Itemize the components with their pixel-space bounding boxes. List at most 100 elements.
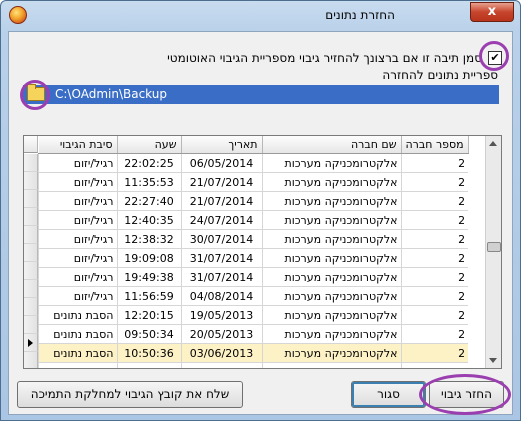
cell-date: 24/07/2014 xyxy=(180,210,262,230)
cell-company-number: 2 xyxy=(400,191,469,211)
folder-path-field[interactable]: C:\OAdmin\Backup xyxy=(23,85,499,104)
cell-company-name: אלקטרומכניקה מערכות xyxy=(261,191,401,211)
table-row[interactable]: 2 אלקטרומכניקה מערכות 24/07/2014 12:40:35 רג… xyxy=(38,210,469,230)
cell-company-name: אלקטרומכניקה מערכות xyxy=(261,362,401,368)
row-selector[interactable] xyxy=(24,190,38,208)
table-row[interactable]: 2 אלקטרומכניקה מערכות 21/07/2014 11:35:53 רג… xyxy=(38,172,469,192)
cell-backup-reason: הסבת נתונים xyxy=(38,343,117,363)
restore-data-window: החזרת נתונים x סמן תיבה זו אם ברצונך להח… xyxy=(0,0,521,421)
folder-label: ספריית נתונים להחזרה xyxy=(382,68,498,82)
table-row[interactable]: 2אלקטרומכניקה מערכות01/05/201411:29:53הס… xyxy=(38,362,469,368)
cell-time: 22:02:25 xyxy=(116,153,181,173)
cell-time: 09:50:34 xyxy=(116,324,181,344)
cell-company-name: אלקטרומכניקה מערכות xyxy=(261,172,401,192)
cell-company-name: אלקטרומכניקה מערכות xyxy=(261,248,401,268)
table-row[interactable]: 2 אלקטרומכניקה מערכות 19/05/2013 12:20:15 הס… xyxy=(38,305,469,325)
close-window-button[interactable]: x xyxy=(470,2,514,22)
cell-company-name: אלקטרומכניקה מערכות xyxy=(261,343,401,363)
cell-time: 12:40:35 xyxy=(116,210,181,230)
cell-date: 30/07/2014 xyxy=(180,229,262,249)
table-row[interactable]: 2 אלקטרומכניקה מערכות 03/06/2013 10:50:36 הס… xyxy=(38,343,469,363)
table-row[interactable]: 2 אלקטרומכניקה מערכות 04/08/2014 11:56:59 רג… xyxy=(38,286,469,306)
table-row[interactable]: 2 אלקטרומכניקה מערכות 20/05/2013 09:50:34 הס… xyxy=(38,324,469,344)
cell-company-number: 2 xyxy=(400,172,469,192)
col-company-name[interactable]: שם חברה xyxy=(262,136,402,154)
col-date[interactable]: תאריך xyxy=(181,136,263,154)
cell-date: 21/07/2014 xyxy=(180,172,262,192)
cell-date: 04/08/2014 xyxy=(180,286,262,306)
scroll-up-arrow-icon[interactable] xyxy=(489,141,497,146)
cell-company-number: 2 xyxy=(400,362,469,368)
cell-backup-reason: רגיל/יזום xyxy=(38,191,117,211)
auto-backup-label: סמן תיבה זו אם ברצונך להחזיר גיבוי מספרי… xyxy=(167,51,482,65)
cell-date: 06/05/2014 xyxy=(180,153,262,173)
cell-company-number: 2 xyxy=(400,229,469,249)
row-selector[interactable] xyxy=(24,334,38,352)
cell-company-number: 2 xyxy=(400,343,469,363)
cell-date: 21/07/2014 xyxy=(180,191,262,211)
cell-backup-reason: הסבת נתונים xyxy=(38,362,117,368)
row-selector[interactable] xyxy=(24,154,38,172)
col-time[interactable]: שעה xyxy=(117,136,182,154)
col-company-number[interactable]: מספר חברה xyxy=(401,136,469,154)
grid-corner xyxy=(24,136,38,153)
cell-date: 19/05/2013 xyxy=(180,305,262,325)
col-backup-reason[interactable]: סיבת הגיבוי xyxy=(38,136,118,154)
cell-backup-reason: רגיל/יזום xyxy=(38,248,117,268)
table-row[interactable]: 2 אלקטרומכניקה מערכות 30/07/2014 12:38:32 רג… xyxy=(38,229,469,249)
table-row[interactable]: 2 אלקטרומכניקה מערכות 31/07/2014 19:09:08 רג… xyxy=(38,248,469,268)
backups-grid[interactable]: מספר חברה שם חברה תאריך שעה סיבת הגיבוי … xyxy=(23,135,502,369)
cell-date: 20/05/2013 xyxy=(180,324,262,344)
cell-date: 31/07/2014 xyxy=(180,248,262,268)
row-selector[interactable] xyxy=(24,280,38,298)
table-row[interactable]: 2 אלקטרומכניקה מערכות 21/07/2014 22:27:40 רג… xyxy=(38,191,469,211)
close-button[interactable]: סגור xyxy=(351,381,426,408)
row-selector[interactable] xyxy=(24,244,38,262)
row-selector[interactable] xyxy=(24,172,38,190)
row-selector[interactable] xyxy=(24,262,38,280)
cell-backup-reason: הסבת נתונים xyxy=(38,324,117,344)
title-bar: החזרת נתונים x xyxy=(1,1,520,31)
cell-company-name: אלקטרומכניקה מערכות xyxy=(261,305,401,325)
cell-backup-reason: רגיל/יזום xyxy=(38,172,117,192)
dialog-body: סמן תיבה זו אם ברצונך להחזיר גיבוי מספרי… xyxy=(8,31,513,415)
cell-backup-reason: רגיל/יזום xyxy=(38,267,117,287)
cell-company-number: 2 xyxy=(400,153,469,173)
cell-company-number: 2 xyxy=(400,248,469,268)
cell-backup-reason: הסבת נתונים xyxy=(38,305,117,325)
cell-company-number: 2 xyxy=(400,305,469,325)
cell-time: 12:20:15 xyxy=(116,305,181,325)
scroll-thumb[interactable] xyxy=(487,242,501,252)
row-selector[interactable] xyxy=(24,316,38,334)
window-title: החזרת נתונים xyxy=(325,8,395,22)
cell-time: 11:29:53 xyxy=(116,362,181,368)
cell-backup-reason: רגיל/יזום xyxy=(38,229,117,249)
row-selector[interactable] xyxy=(24,298,38,316)
cell-date: 31/07/2014 xyxy=(180,267,262,287)
cell-company-name: אלקטרומכניקה מערכות xyxy=(261,153,401,173)
cell-company-number: 2 xyxy=(400,210,469,230)
grid-scrollbar[interactable] xyxy=(485,136,501,368)
cell-company-name: אלקטרומכניקה מערכות xyxy=(261,267,401,287)
cell-company-name: אלקטרומכניקה מערכות xyxy=(261,229,401,249)
backups-table: מספר חברה שם חברה תאריך שעה סיבת הגיבוי … xyxy=(38,136,469,368)
highlight-ring-checkbox xyxy=(479,41,509,71)
table-row[interactable]: 2 אלקטרומכניקה מערכות 06/05/2014 22:02:25 רג… xyxy=(38,153,469,173)
table-row[interactable]: 2 אלקטרומכניקה מערכות 31/07/2014 19:49:38 רג… xyxy=(38,267,469,287)
scroll-down-arrow-icon[interactable] xyxy=(489,358,497,363)
cell-company-number: 2 xyxy=(400,324,469,344)
row-selector-column[interactable] xyxy=(24,154,38,368)
cell-company-name: אלקטרומכניקה מערכות xyxy=(261,210,401,230)
cell-time: 12:38:32 xyxy=(116,229,181,249)
row-selector[interactable] xyxy=(24,226,38,244)
cell-time: 19:49:38 xyxy=(116,267,181,287)
highlight-ring-restore xyxy=(419,374,511,415)
row-selector[interactable] xyxy=(24,208,38,226)
cell-date: 03/06/2013 xyxy=(180,343,262,363)
row-selector[interactable] xyxy=(24,352,38,368)
send-to-support-button[interactable]: שלח את קובץ הגיבוי למחלקת התמיכה xyxy=(17,381,243,408)
cell-company-name: אלקטרומכניקה מערכות xyxy=(261,286,401,306)
cell-backup-reason: רגיל/יזום xyxy=(38,153,117,173)
cell-date: 01/05/2014 xyxy=(180,362,262,368)
highlight-ring-folder xyxy=(20,80,50,110)
